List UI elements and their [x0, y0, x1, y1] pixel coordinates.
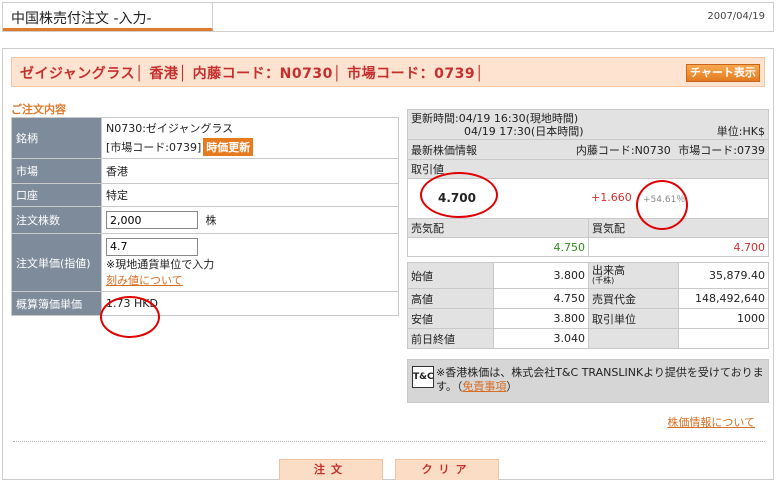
- stat-label: 出来高: [592, 263, 625, 277]
- annotation-circle: [100, 296, 160, 338]
- stock-market-code: [市場コード:0739]: [106, 141, 202, 154]
- label-stock: 銘柄: [11, 117, 102, 159]
- price-change: +1.660: [591, 191, 632, 204]
- order-section-heading: ご注文内容: [11, 103, 66, 116]
- stock-name: N0730:ゼイジャングラス: [106, 122, 234, 135]
- updated-time-local: 更新時間:04/19 16:30(現地時間): [411, 111, 579, 125]
- naito-code: 内藤コード:N0730: [575, 144, 671, 157]
- label-estimate: 概算簿価単価: [11, 291, 102, 316]
- tick-size-link[interactable]: 刻み値について: [106, 272, 394, 288]
- label-account: 口座: [11, 183, 102, 207]
- latest-info-row: 最新株価情報 内藤コード:N0730 市場コード:0739: [407, 139, 769, 160]
- stat-label: 前日終値: [407, 328, 494, 349]
- price-input[interactable]: [106, 237, 198, 256]
- ask-label: 売気配: [407, 218, 589, 238]
- stat-label: 安値: [407, 308, 494, 329]
- divider: [13, 441, 765, 442]
- stats-row: 始値 3.800 出来高 (千株) 35,879.40: [407, 262, 769, 289]
- stat-value: [678, 328, 769, 349]
- value-market: 香港: [101, 158, 399, 184]
- quantity-unit: 株: [205, 213, 217, 227]
- stats-row: 前日終値 3.040: [407, 328, 769, 349]
- row-market: 市場 香港: [11, 158, 399, 184]
- latest-info-label: 最新株価情報: [411, 143, 477, 157]
- stat-label: [588, 328, 679, 349]
- quote-value-row: 4.750 4.700: [407, 237, 769, 257]
- label-price: 注文単価(指値): [11, 233, 102, 292]
- label-market: 市場: [11, 158, 102, 184]
- price-note: ※現地通貨単位で入力: [106, 257, 215, 271]
- stock-info-link[interactable]: 株価情報について: [667, 414, 755, 430]
- stat-value: 4.750: [493, 288, 589, 309]
- stat-value: 1000: [678, 308, 769, 329]
- value-price: ※現地通貨単位で入力 刻み値について: [101, 233, 399, 292]
- ask-value: 4.750: [407, 237, 589, 257]
- order-table: 銘柄 N0730:ゼイジャングラス [市場コード:0739] 時価更新 市場 香港…: [11, 117, 399, 316]
- data-provider-notice: T&C ※香港株価は、株式会社T&C TRANSLINKより提供を受けております…: [407, 359, 769, 403]
- title-bar: 中国株売付注文 -入力- 2007/04/19: [2, 2, 774, 32]
- label-quantity: 注文株数: [11, 206, 102, 234]
- annotation-circle: [420, 172, 498, 218]
- annotation-circle: [636, 180, 688, 230]
- disclaimer-link[interactable]: 免責事項: [462, 380, 506, 393]
- stat-label: 始値: [407, 262, 494, 289]
- stat-label: 取引単位: [588, 308, 679, 329]
- chart-display-button[interactable]: チャート表示: [686, 64, 760, 82]
- value-stock: N0730:ゼイジャングラス [市場コード:0739] 時価更新: [101, 117, 399, 159]
- updated-time-japan: 04/19 17:30(日本時間): [464, 124, 584, 138]
- stat-value: 148,492,640: [678, 288, 769, 309]
- quantity-input[interactable]: [106, 211, 198, 229]
- page-date: 2007/04/19: [707, 11, 765, 22]
- row-stock: 銘柄 N0730:ゼイジャングラス [市場コード:0739] 時価更新: [11, 117, 399, 159]
- row-price: 注文単価(指値) ※現地通貨単位で入力 刻み値について: [11, 233, 399, 292]
- stats-row: 安値 3.800 取引単位 1000: [407, 308, 769, 329]
- tc-logo-icon: T&C: [412, 366, 434, 388]
- clear-button[interactable]: クリア: [395, 459, 499, 480]
- stat-value: 3.040: [493, 328, 589, 349]
- row-account: 口座 特定: [11, 183, 399, 207]
- page-title: 中国株売付注文 -入力-: [3, 3, 213, 31]
- bid-value: 4.700: [588, 237, 769, 257]
- stock-header: ゼイジャングラス│ 香港│ 内藤コード：N0730│ 市場コード：0739│ チ…: [11, 57, 765, 87]
- order-button[interactable]: 注文: [279, 459, 383, 480]
- stat-value: 3.800: [493, 262, 589, 289]
- quote-updated-row: 更新時間:04/19 16:30(現地時間) 04/19 17:30(日本時間)…: [407, 109, 769, 140]
- stats-row: 高値 4.750 売買代金 148,492,640: [407, 288, 769, 309]
- stat-value: 3.800: [493, 308, 589, 329]
- row-estimate: 概算簿価単価 1.73 HKD: [11, 291, 399, 316]
- price-unit: 単位:HK$: [716, 124, 765, 138]
- main-panel: ゼイジャングラス│ 香港│ 内藤コード：N0730│ 市場コード：0739│ チ…: [2, 48, 774, 480]
- stat-label: 売買代金: [588, 288, 679, 309]
- row-quantity: 注文株数 株: [11, 206, 399, 234]
- value-account: 特定: [101, 183, 399, 207]
- value-quantity: 株: [101, 206, 399, 234]
- quote-market-code: 市場コード:0739: [678, 144, 765, 157]
- stat-label-sub: (千株): [592, 275, 615, 285]
- quote-label-row: 売気配 買気配: [407, 218, 769, 238]
- stat-value: 35,879.40: [678, 262, 769, 289]
- quote-table: 更新時間:04/19 16:30(現地時間) 04/19 17:30(日本時間)…: [407, 109, 769, 349]
- refresh-price-button[interactable]: 時価更新: [203, 138, 254, 156]
- notice-paren-close: ）: [506, 380, 518, 393]
- stock-header-text: ゼイジャングラス│ 香港│ 内藤コード：N0730│ 市場コード：0739│: [20, 66, 485, 82]
- stat-label: 高値: [407, 288, 494, 309]
